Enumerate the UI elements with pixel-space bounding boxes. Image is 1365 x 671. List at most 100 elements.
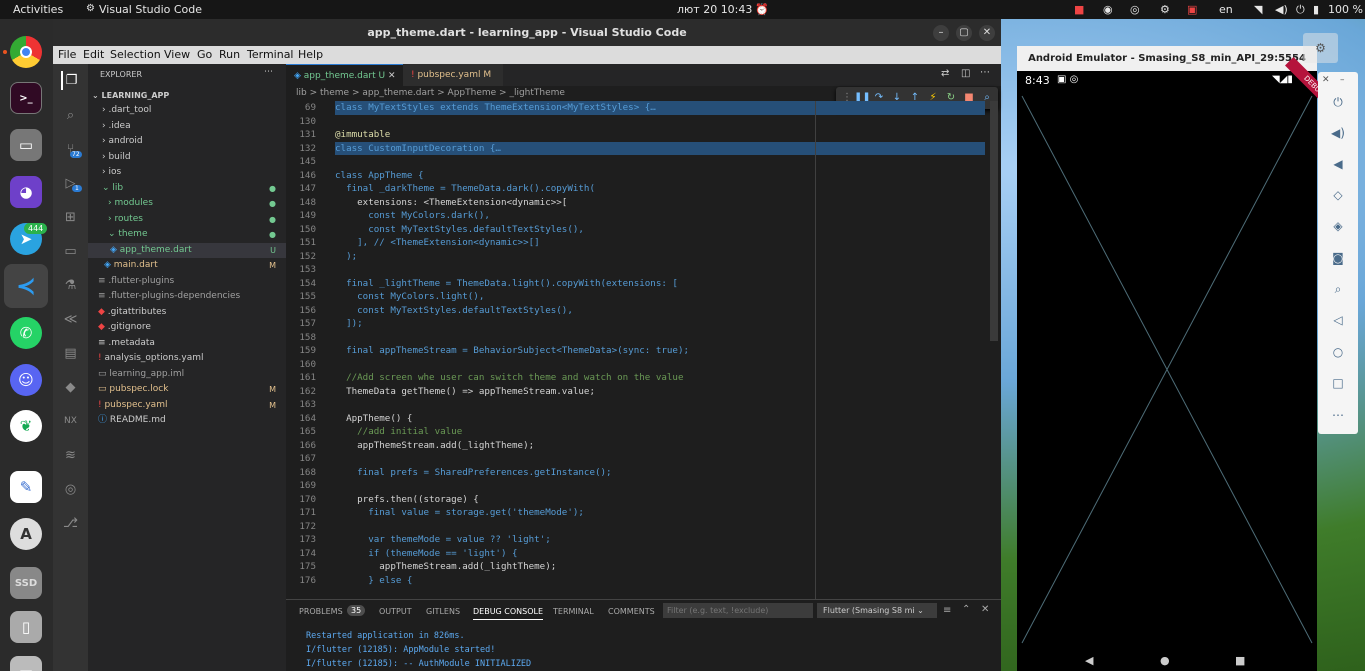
tree-item-readme[interactable]: ⓘ README.md bbox=[98, 413, 286, 428]
menu-go[interactable]: Go bbox=[197, 48, 212, 61]
mongodb-compass-icon[interactable]: ❦ bbox=[10, 410, 42, 442]
wifi-icon[interactable]: ◥ bbox=[1254, 3, 1262, 16]
tree-item-analysis-options[interactable]: ! analysis_options.yaml bbox=[98, 351, 286, 366]
tree-item-dart-tool[interactable]: › .dart_tool bbox=[102, 103, 286, 118]
emu-minimize-icon[interactable]: – bbox=[1340, 75, 1345, 85]
testing-icon[interactable]: ⚗ bbox=[61, 276, 80, 295]
home-icon[interactable]: ○ bbox=[1330, 344, 1346, 360]
more-actions-icon[interactable]: ⋯ bbox=[264, 65, 273, 80]
emu-close-icon[interactable]: ✕ bbox=[1322, 75, 1330, 85]
tree-item-modules[interactable]: › modules ● bbox=[108, 196, 286, 211]
tab-problems[interactable]: PROBLEMS bbox=[299, 607, 343, 616]
settings-tray-icon[interactable]: ⚙ bbox=[1160, 3, 1170, 16]
tab-comments[interactable]: COMMENTS bbox=[608, 607, 655, 616]
recording-icon[interactable]: ■ bbox=[1074, 3, 1084, 16]
docker-icon[interactable]: ≋ bbox=[61, 446, 80, 465]
menu-help[interactable]: Help bbox=[298, 48, 323, 61]
tree-item-lib[interactable]: ⌄ lib ● bbox=[102, 181, 286, 196]
emulator-settings-icon[interactable]: ⚙ bbox=[1303, 33, 1338, 63]
tree-item-pubspec-yaml[interactable]: ! pubspec.yaml M bbox=[98, 398, 286, 413]
app-placeholder[interactable] bbox=[1017, 91, 1317, 646]
tree-item-iml[interactable]: ▭ learning_app.iml bbox=[98, 367, 286, 382]
crumb-lib[interactable]: lib bbox=[296, 88, 307, 98]
crumb-field[interactable]: _lightTheme bbox=[509, 88, 565, 98]
volume-up-icon[interactable]: ◀) bbox=[1330, 125, 1346, 141]
menu-run[interactable]: Run bbox=[219, 48, 240, 61]
editor-scrollbar[interactable] bbox=[990, 101, 998, 341]
power-icon[interactable]: ⏻ bbox=[1296, 3, 1305, 17]
drive-icon[interactable]: ▭ bbox=[10, 656, 42, 671]
github-desktop-icon[interactable]: ◕ bbox=[10, 176, 42, 208]
app-menu[interactable]: Visual Studio Code bbox=[99, 3, 202, 16]
github-icon[interactable]: ◎ bbox=[61, 480, 80, 499]
tree-item-theme[interactable]: ⌄ theme ● bbox=[108, 227, 286, 242]
device-select[interactable]: Flutter (Smasing S8 mi ⌄ bbox=[817, 603, 937, 618]
menu-view[interactable]: View bbox=[164, 48, 190, 61]
menu-selection[interactable]: Selection bbox=[110, 48, 161, 61]
back-nav-icon[interactable]: ◀ bbox=[1085, 654, 1093, 667]
close-tab-icon[interactable]: ✕ bbox=[388, 71, 396, 81]
zoom-icon[interactable]: ⌕ bbox=[1330, 281, 1346, 297]
crumb-file[interactable]: app_theme.dart bbox=[362, 88, 434, 98]
extensions-icon[interactable]: ⊞ bbox=[61, 208, 80, 227]
remote-explorer-icon[interactable]: ▭ bbox=[61, 242, 80, 261]
compare-icon[interactable]: ⇄ bbox=[941, 68, 949, 79]
gitlens-icon[interactable]: ≪ bbox=[61, 310, 80, 329]
tree-item-gitignore[interactable]: ◆ .gitignore bbox=[98, 320, 286, 335]
code-editor[interactable]: 69 class MyTextStyles extends ThemeExtens… bbox=[286, 101, 986, 599]
power-button-icon[interactable]: ⏻ bbox=[1330, 94, 1346, 110]
volume-down-icon[interactable]: ◀ bbox=[1330, 156, 1346, 172]
volume-icon[interactable]: ◀) bbox=[1275, 3, 1288, 16]
tree-item-android[interactable]: › android bbox=[102, 134, 286, 149]
maximize-button[interactable]: ▢ bbox=[956, 25, 972, 41]
nx-icon[interactable]: NX bbox=[61, 412, 80, 431]
menu-terminal[interactable]: Terminal bbox=[247, 48, 294, 61]
menu-file[interactable]: File bbox=[58, 48, 76, 61]
tree-item-build[interactable]: › build bbox=[102, 150, 286, 165]
files-icon[interactable]: ▭ bbox=[10, 129, 42, 161]
tree-item-idea[interactable]: › .idea bbox=[102, 119, 286, 134]
tab-app-theme-dart[interactable]: ◈ app_theme.dart U ✕ bbox=[286, 64, 403, 86]
tree-item-gitattributes[interactable]: ◆ .gitattributes bbox=[98, 305, 286, 320]
discord-icon[interactable]: ☺ bbox=[10, 364, 42, 396]
chrome-tray-icon[interactable]: ◉ bbox=[1103, 3, 1113, 16]
explorer-root[interactable]: ⌄ LEARNING_APP bbox=[92, 88, 169, 103]
git-graph-icon[interactable]: ⎇ bbox=[61, 514, 80, 533]
terraform-icon[interactable]: ◆ bbox=[61, 378, 80, 397]
discord-tray-icon[interactable]: ◎ bbox=[1130, 3, 1140, 16]
tab-terminal[interactable]: TERMINAL bbox=[553, 607, 594, 616]
back-icon[interactable]: ◁ bbox=[1330, 312, 1346, 328]
filter-input[interactable] bbox=[663, 603, 813, 618]
tab-pubspec-yaml[interactable]: ! pubspec.yaml M bbox=[403, 64, 503, 86]
maximize-panel-icon[interactable]: ⌃ bbox=[962, 604, 970, 615]
rotate-right-icon[interactable]: ◈ bbox=[1330, 218, 1346, 234]
whatsapp-icon[interactable]: ✆ bbox=[10, 317, 42, 349]
tab-gitlens[interactable]: GITLENS bbox=[426, 607, 460, 616]
vscode-icon[interactable]: ≺ bbox=[4, 264, 48, 308]
tree-item-flutter-plugins-deps[interactable]: ≡ .flutter-plugins-dependencies bbox=[98, 289, 286, 304]
editor-more-icon[interactable]: ⋯ bbox=[980, 67, 990, 78]
tree-item-flutter-plugins[interactable]: ≡ .flutter-plugins bbox=[98, 274, 286, 289]
tree-item-main-dart[interactable]: ◈ main.dart M bbox=[104, 258, 286, 273]
ssd-icon[interactable]: SSD bbox=[10, 567, 42, 599]
menu-edit[interactable]: Edit bbox=[83, 48, 104, 61]
tab-debug-console[interactable]: DEBUG CONSOLE bbox=[473, 607, 544, 620]
record-tray-icon[interactable]: ▣ bbox=[1187, 3, 1197, 16]
tree-item-routes[interactable]: › routes ● bbox=[108, 212, 286, 227]
screenshot-icon[interactable]: ◙ bbox=[1330, 250, 1346, 266]
recents-nav-icon[interactable]: ■ bbox=[1235, 654, 1245, 667]
overview-icon[interactable]: □ bbox=[1330, 375, 1346, 391]
tree-item-ios[interactable]: › ios bbox=[102, 165, 286, 180]
usb-drive-icon[interactable]: ▯ bbox=[10, 611, 42, 643]
terminal-icon[interactable]: >_ bbox=[10, 82, 42, 114]
activities-button[interactable]: Activities bbox=[13, 3, 63, 16]
tree-item-app-theme-dart[interactable]: ◈ app_theme.dart U bbox=[88, 243, 286, 258]
chrome-icon[interactable] bbox=[10, 36, 42, 68]
minimize-button[interactable]: – bbox=[933, 25, 949, 41]
tab-output[interactable]: OUTPUT bbox=[379, 607, 412, 616]
close-panel-icon[interactable]: ✕ bbox=[981, 604, 989, 615]
home-nav-icon[interactable]: ● bbox=[1160, 654, 1170, 667]
explorer-icon[interactable]: ❐ bbox=[61, 71, 80, 90]
language-indicator[interactable]: en bbox=[1219, 3, 1233, 16]
clear-console-icon[interactable]: ≡ bbox=[943, 605, 951, 616]
